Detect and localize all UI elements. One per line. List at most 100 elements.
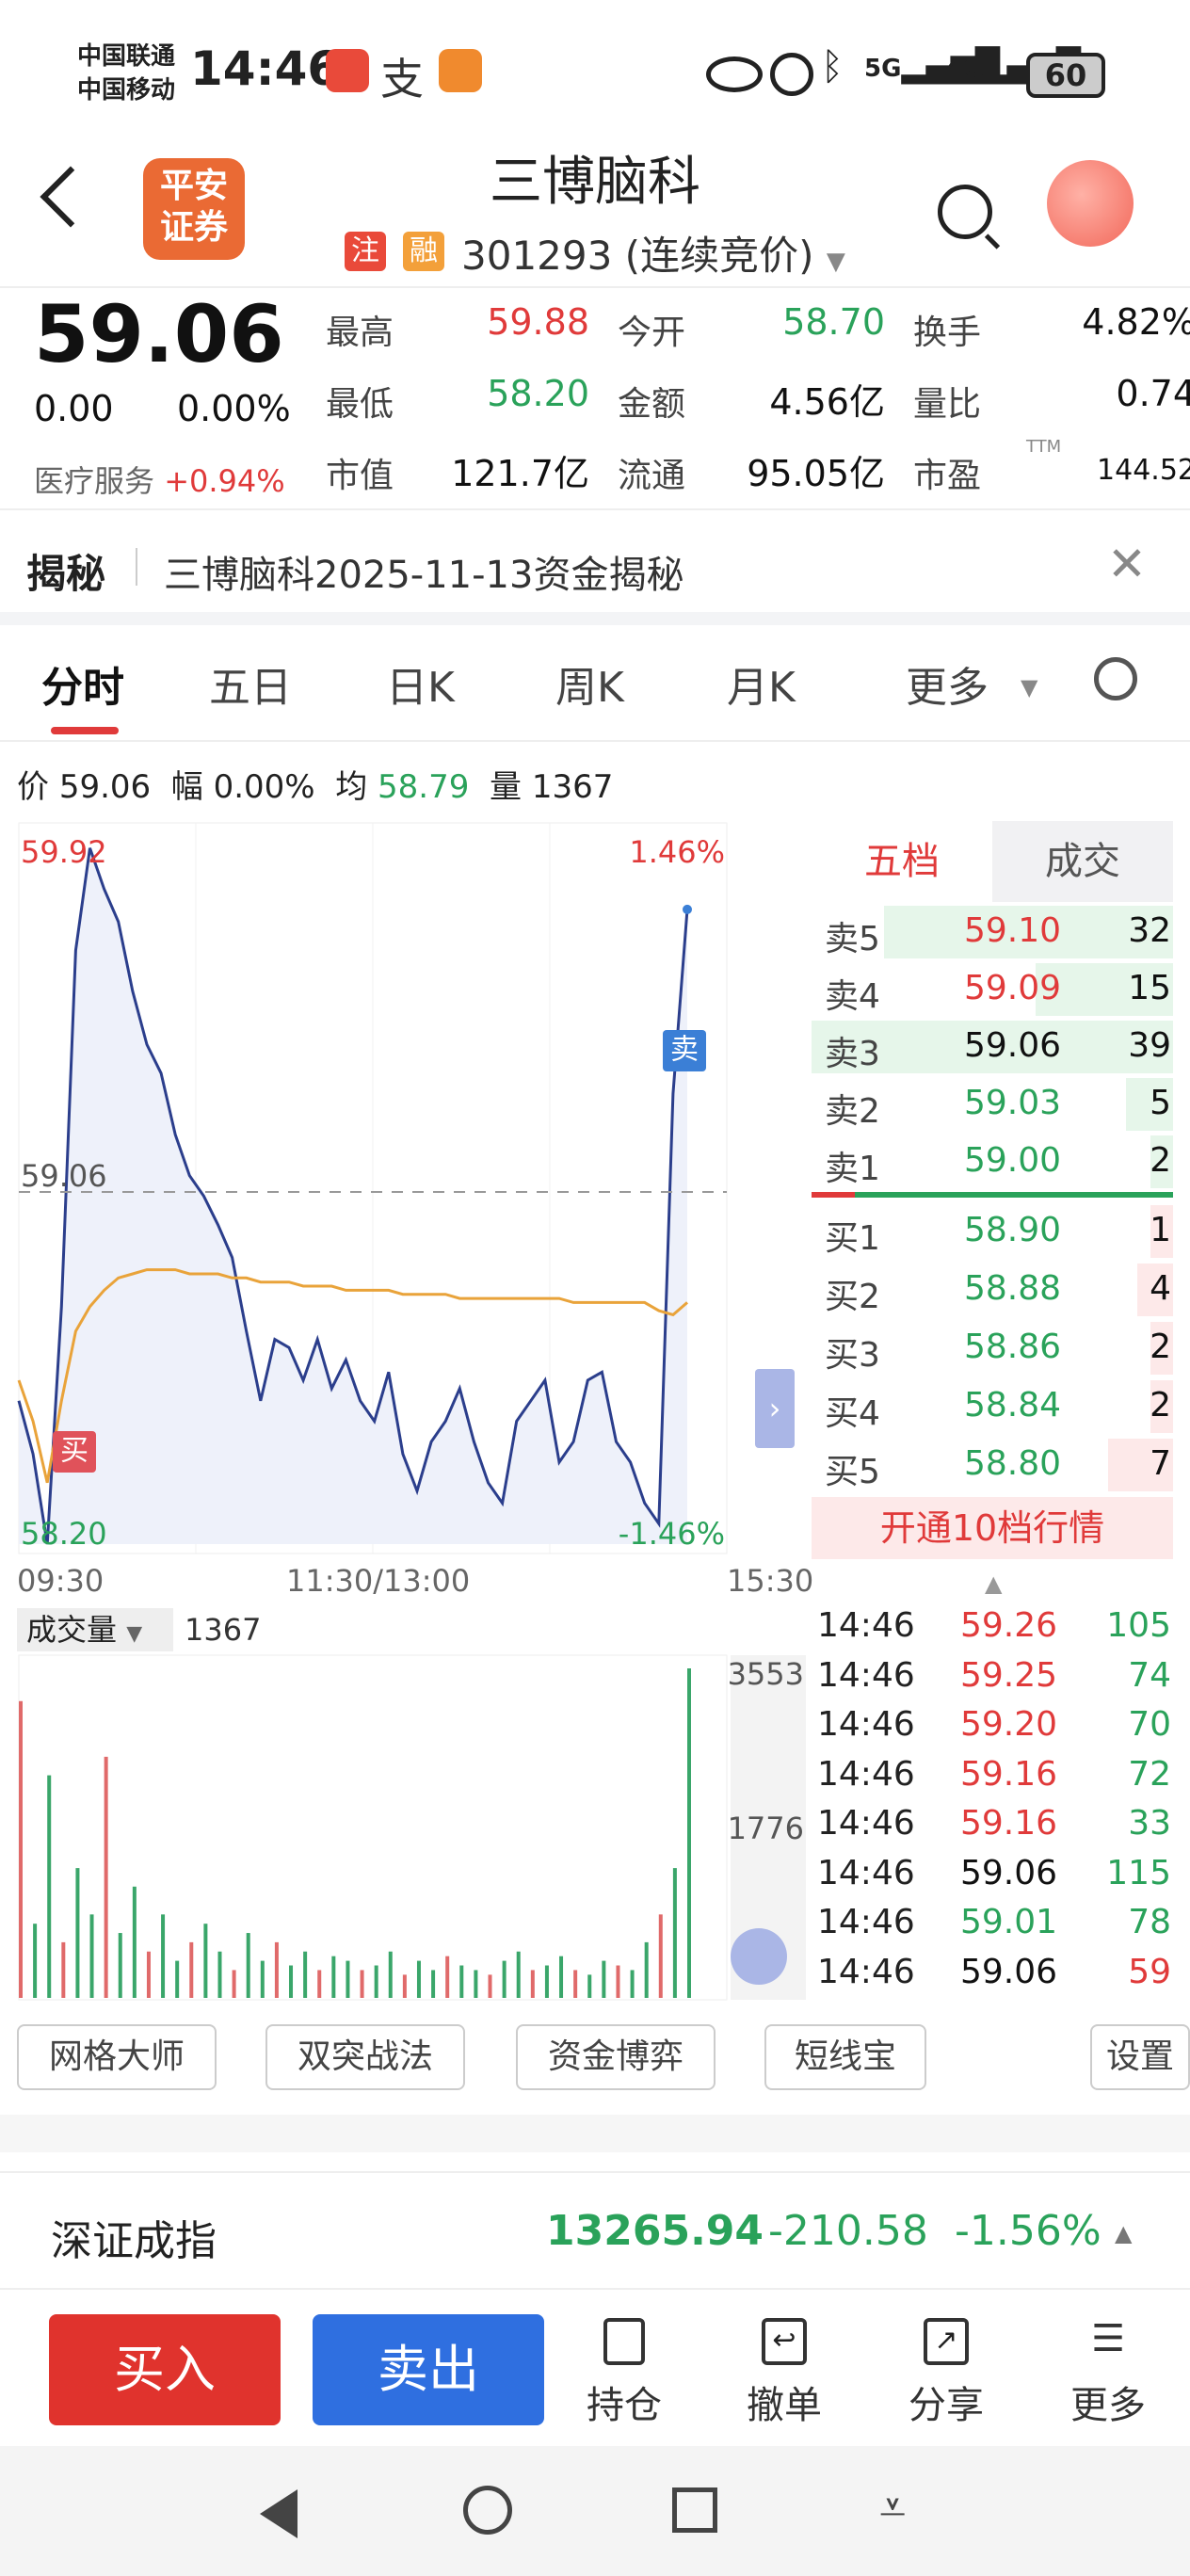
level-volume: 15 — [1128, 969, 1171, 1007]
vol-tick-1: 3553 — [728, 1656, 804, 1692]
quote-label: 市盈 — [913, 457, 982, 495]
time-end: 15:30 — [727, 1563, 814, 1599]
sell-marker-label: 卖 — [670, 1034, 699, 1067]
nav-back-icon[interactable] — [260, 2489, 298, 2538]
volume-bar — [189, 1941, 194, 1998]
level-price: 59.00 — [964, 1141, 1062, 1180]
sell-button[interactable]: 卖出 — [313, 2314, 544, 2425]
active-tab-indicator — [51, 727, 119, 734]
settings-gear-icon[interactable] — [1094, 657, 1137, 700]
index-bar[interactable]: 深证成指 13265.94 -210.58 -1.56% ▲ — [0, 2171, 1190, 2286]
buy-button[interactable]: 买入 — [49, 2314, 281, 2425]
volume-bar — [47, 1775, 52, 1998]
tool-button-2[interactable]: 资金博弈 — [516, 2024, 716, 2090]
pct-high-label: 1.46% — [629, 834, 725, 870]
volume-bar — [260, 1960, 265, 1998]
vol-label: 量 — [490, 768, 523, 806]
volume-bar — [317, 1970, 322, 1998]
tab-trades[interactable]: 成交 — [992, 821, 1173, 902]
volume-bar — [559, 1956, 564, 1998]
price-value: 59.06 — [58, 768, 152, 806]
tab-1[interactable]: 五日 — [209, 653, 292, 714]
fullscreen-icon[interactable] — [731, 1928, 787, 1985]
holdings-button[interactable]: 持仓 — [572, 2318, 676, 2429]
trade-price: 59.16 — [960, 1804, 1058, 1843]
level-label: 卖3 — [825, 1035, 880, 1073]
tool-button-4[interactable]: 设置 — [1090, 2024, 1190, 2090]
nav-home-icon[interactable] — [463, 2486, 512, 2535]
stock-code: 301293 (连续竞价) — [461, 233, 814, 279]
close-icon[interactable]: ✕ — [1107, 537, 1147, 591]
tool-button-3[interactable]: 短线宝 — [764, 2024, 926, 2090]
level-label: 买3 — [825, 1336, 880, 1375]
level-price: 59.09 — [964, 969, 1062, 1007]
level-label: 卖2 — [825, 1092, 880, 1131]
time-start: 09:30 — [17, 1563, 105, 1599]
more-button[interactable]: ☰ 更多 — [1056, 2318, 1160, 2429]
level-label: 买1 — [825, 1219, 880, 1258]
assistant-avatar[interactable] — [1047, 160, 1134, 247]
reveal-bar[interactable]: 揭秘 三博脑科2025-11-13资金揭秘 ✕ — [0, 520, 1190, 610]
tab-3[interactable]: 周K — [555, 653, 624, 714]
index-change: -210.58 — [768, 2207, 928, 2255]
sector-info[interactable]: 医疗服务 +0.94% — [34, 458, 285, 501]
system-nav-bar: ⩡ — [0, 2446, 1190, 2576]
quote-panel: 59.06 0.00 0.00% 医疗服务 +0.94% 最高 59.88 今开 58… — [0, 286, 1190, 510]
intraday-chart[interactable]: 59.92 1.46% 59.06 58.20 -1.46% 买 卖 › — [0, 819, 810, 1601]
level-label: 卖4 — [825, 977, 880, 1016]
volume-bar — [445, 1956, 450, 1998]
volume-bar — [175, 1960, 180, 1998]
dropdown-icon: ▼ — [126, 1622, 143, 1646]
level-price: 59.10 — [964, 911, 1062, 950]
quote-label: 市值 — [326, 457, 394, 495]
quote-label: 流通 — [618, 457, 686, 495]
sector-name: 医疗服务 — [34, 463, 155, 499]
volume-bar — [544, 1965, 549, 1998]
tab-4[interactable]: 月K — [727, 653, 796, 714]
tab-five-levels[interactable]: 五档 — [812, 821, 992, 902]
price-label: 价 — [17, 768, 49, 806]
trade-time: 14:46 — [817, 1606, 915, 1645]
stock-code-selector[interactable]: 301293 (连续竞价) ▼ — [461, 224, 845, 282]
sector-pct: +0.94% — [164, 463, 285, 499]
level-price: 58.86 — [964, 1328, 1062, 1366]
search-icon[interactable] — [938, 185, 992, 239]
buy-marker-label: 买 — [60, 1435, 88, 1468]
volume-bar — [658, 1914, 663, 1998]
tab-5[interactable]: 更多 — [906, 653, 989, 714]
quote-value: 121.7亿 — [451, 453, 589, 494]
quote-label: 今开 — [618, 314, 686, 352]
volume-selector[interactable]: 成交量 ▼ — [17, 1608, 173, 1651]
volume-bar — [374, 1965, 378, 1998]
level-volume: 5 — [1150, 1084, 1171, 1122]
volume-bar — [402, 1974, 407, 1998]
cancel-order-button[interactable]: ↩ 撤单 — [732, 2318, 836, 2429]
volume-bar — [232, 1970, 236, 1998]
level-volume: 2 — [1150, 1386, 1171, 1425]
more-label: 更多 — [1070, 2384, 1146, 2427]
trade-volume: 59 — [1128, 1952, 1171, 1991]
share-button[interactable]: ↗ 分享 — [894, 2318, 998, 2429]
alipay-icon: 支 — [380, 54, 424, 105]
tab-2[interactable]: 日K — [386, 653, 455, 714]
quote-value: 0.74 — [1116, 373, 1190, 414]
trade-time: 14:46 — [817, 1754, 915, 1794]
nav-menu-icon[interactable]: ⩡ — [879, 2480, 906, 2536]
more-chevron-icon: ▼ — [1021, 674, 1038, 700]
margin-tag: 融 — [403, 232, 444, 271]
section-gap-2 — [0, 2115, 1190, 2152]
volume-bar — [132, 1886, 137, 1998]
volume-bar — [388, 1951, 393, 1998]
tabs-divider — [0, 740, 1190, 742]
collapse-arrow-icon[interactable]: ▲ — [985, 1570, 1002, 1597]
change-value: 0.00% — [213, 768, 315, 806]
share-icon: ↗ — [924, 2318, 969, 2365]
nav-recents-icon[interactable] — [672, 2487, 717, 2533]
tab-0[interactable]: 分时 — [41, 653, 124, 714]
tool-button-1[interactable]: 双突战法 — [265, 2024, 465, 2090]
tool-button-0[interactable]: 网格大师 — [17, 2024, 217, 2090]
quote-value: 95.05亿 — [747, 453, 885, 494]
open-depth-button[interactable]: 开通10档行情 — [812, 1497, 1173, 1559]
level-price: 58.84 — [964, 1386, 1062, 1425]
volume-bar — [89, 1914, 94, 1998]
